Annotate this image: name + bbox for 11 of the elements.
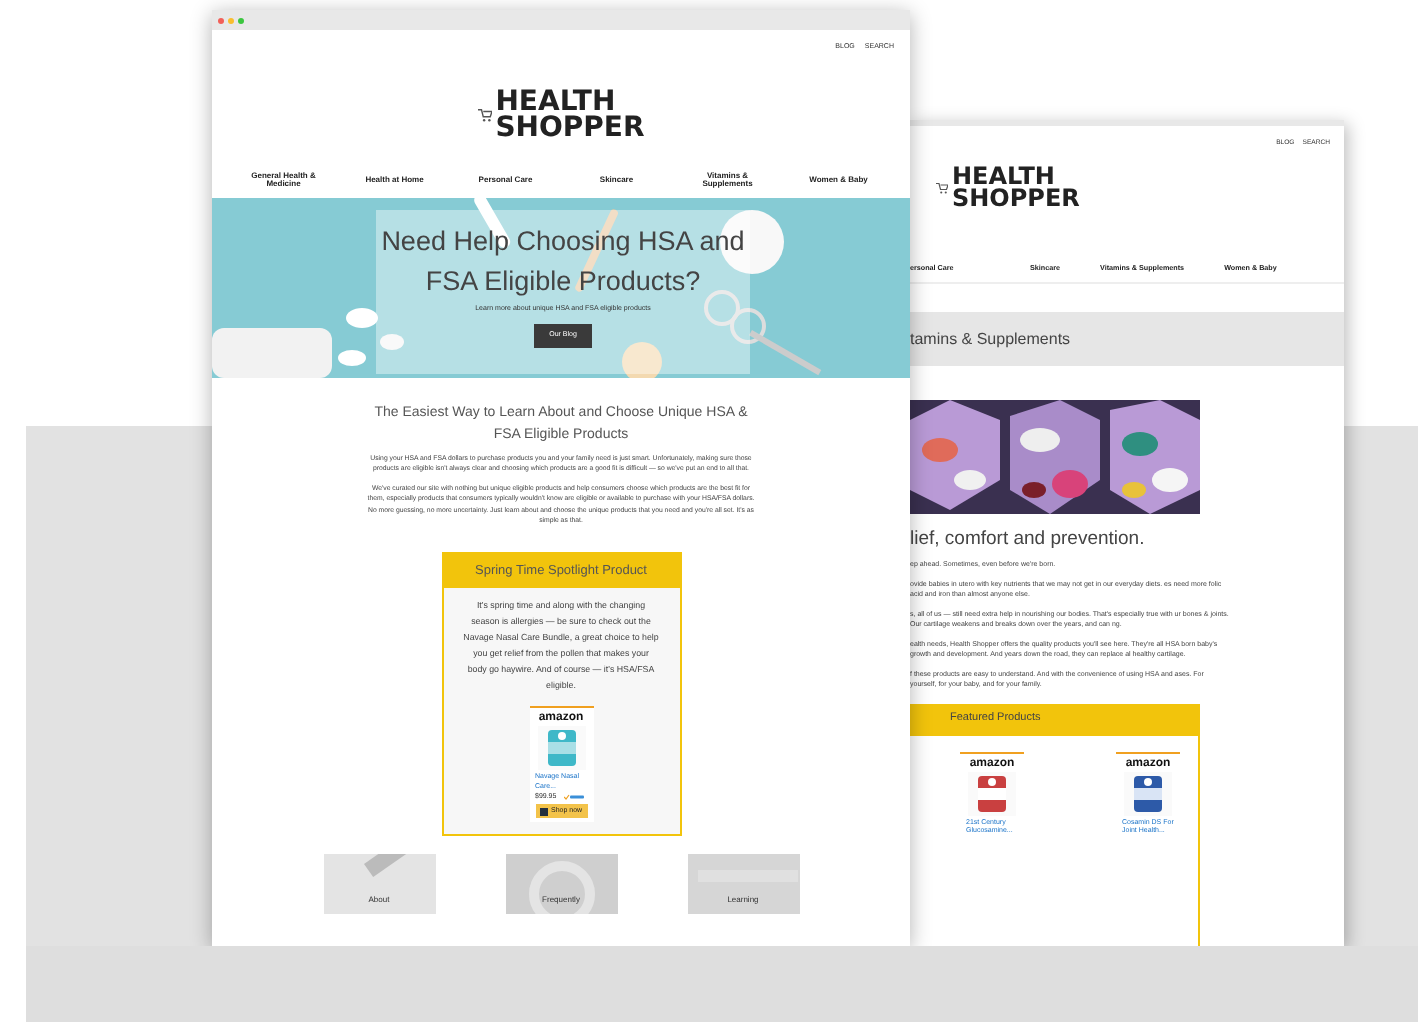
cart-icon (477, 108, 492, 122)
section-heading: lief, comfort and prevention. (910, 528, 1147, 552)
logo-text[interactable]: SHOPPER (495, 115, 645, 141)
logo-text[interactable]: HEALTH (495, 89, 645, 115)
bag-icon (539, 807, 547, 816)
hero-title: Need Help Choosing HSA and FSA Eligible Products? (379, 224, 747, 300)
logo-text[interactable]: SHOPPER (952, 187, 1080, 210)
prime-icon (564, 793, 585, 800)
logo-text[interactable]: HEALTH (952, 166, 1080, 188)
page-title: tamins & Supplements (910, 327, 1071, 351)
cart-icon (936, 181, 948, 194)
